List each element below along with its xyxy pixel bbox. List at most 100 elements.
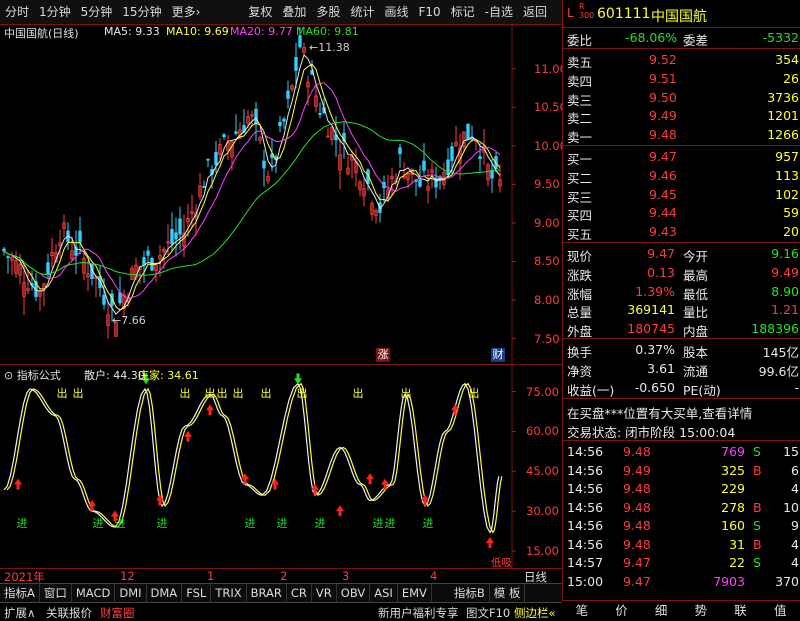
tick-direction: B: [753, 536, 762, 552]
indicator-tab-emv[interactable]: EMV: [398, 584, 432, 602]
stat-value: 9.49: [771, 264, 799, 280]
weibi-value: -68.06%: [625, 30, 678, 45]
indicator-title[interactable]: ⊙ 指标公式: [4, 367, 61, 383]
tick-direction: B: [753, 499, 762, 515]
indicator-panel[interactable]: 出出出出出出出出出出出进进进进进进进进进进 ⊙ 指标公式 散户: 44.30 庄…: [0, 364, 562, 569]
quote-tab-button[interactable]: 联: [721, 601, 761, 621]
tick-count: 15: [783, 444, 799, 459]
order-book-row: 卖四 9.51 26: [563, 70, 800, 89]
tick-direction: S: [753, 444, 761, 459]
big-order-notice[interactable]: 在买盘***位置有大买单,查看详情: [567, 403, 752, 422]
l-badge: L: [567, 6, 574, 20]
expand-button[interactable]: 扩展∧: [4, 605, 35, 621]
indicator-tab-vr[interactable]: VR: [312, 584, 337, 602]
up-arrow-icon: [486, 537, 494, 549]
f10-button[interactable]: 图文F10: [466, 605, 510, 621]
r-badge: R 300: [579, 2, 595, 20]
quote-tab-button[interactable]: 值: [760, 601, 800, 621]
tick-count: 10: [783, 499, 799, 515]
order-volume: 354: [775, 52, 799, 67]
quote-tab-button[interactable]: 势: [681, 601, 721, 621]
candle-body: [78, 230, 82, 243]
finance-badge[interactable]: 财: [491, 348, 505, 362]
indicator-name: 指标公式: [16, 369, 61, 382]
indicator-tab-asi[interactable]: ASI: [370, 584, 398, 602]
notice-row[interactable]: 在买盘***位置有大买单,查看详情: [563, 402, 800, 422]
weicha-label: 委差: [683, 33, 709, 48]
quote-bottom-tabs: 笔价细势联值: [562, 600, 800, 621]
tick-time: 15:00: [567, 573, 604, 589]
tick-volume: 7903: [713, 573, 745, 589]
sell-signal-label: 出: [205, 386, 216, 400]
indicator-svg[interactable]: 出出出出出出出出出出出进进进进进进进进进进: [0, 365, 562, 569]
toolbar-draw-line-button[interactable]: 画线: [379, 0, 413, 24]
candle-body: [234, 131, 238, 134]
fundamental-row: 收益(一) -0.650 PE(动) -: [563, 379, 800, 398]
sell-signal-label: 出: [401, 386, 412, 400]
candle-body: [422, 160, 426, 171]
toolbar-more-button[interactable]: 更多›: [167, 0, 206, 24]
indicator-tab-trix[interactable]: TRIX: [211, 584, 247, 602]
indicator-tab-dmi[interactable]: DMI: [115, 584, 147, 602]
dealer-value: 庄家: 34.61: [138, 369, 199, 382]
order-volume: 3736: [767, 89, 799, 105]
chevron-down-icon[interactable]: ⊙: [4, 369, 13, 382]
indicator-tab-fsl[interactable]: FSL: [182, 584, 212, 602]
candle-body: [398, 147, 402, 155]
toolbar-15min-button[interactable]: 15分钟: [117, 0, 166, 24]
up-arrow-icon: [14, 478, 22, 490]
order-book-row: 卖五 9.52 354: [563, 51, 800, 70]
fundamental-row: 换手 0.37% 股本 145亿: [563, 341, 800, 360]
toolbar-5min-button[interactable]: 5分钟: [76, 0, 118, 24]
related-quote-button[interactable]: 关联报价: [46, 605, 92, 621]
indicator-tab-macd[interactable]: MACD: [72, 584, 116, 602]
toolbar-f10-button[interactable]: F10: [413, 0, 445, 24]
toolbar-statistics-button[interactable]: 统计: [345, 0, 379, 24]
toolbar-back-button[interactable]: 返回: [518, 0, 552, 24]
candle-body: [102, 294, 106, 305]
toolbar-adjust-button[interactable]: 复权: [243, 0, 277, 24]
quote-stat-row: 涨跌 0.13 最高 9.49: [563, 264, 800, 283]
indicator-tab-指标b[interactable]: 指标B: [450, 584, 490, 602]
up-arrow-icon: [366, 473, 374, 485]
promo-link[interactable]: 新用户福利专享: [378, 605, 459, 621]
toolbar-intraday-button[interactable]: 分时: [0, 0, 34, 24]
order-volume: 1266: [767, 127, 799, 143]
tick-row: 14:56 9.48 229 4: [563, 480, 800, 498]
toolbar-watchlist-button[interactable]: -自选: [480, 0, 518, 24]
ma10-line: [3, 63, 501, 311]
candle-body: [222, 134, 226, 138]
indicator-tab-brar[interactable]: BRAR: [247, 584, 287, 602]
trade-status-row: 交易状态: 闭市阶段 15:00:04: [563, 421, 800, 440]
tick-price: 9.48: [623, 518, 651, 533]
order-level-label: 买一: [567, 152, 593, 167]
toolbar-1min-button[interactable]: 1分钟: [34, 0, 76, 24]
indicator-tab-obv[interactable]: OBV: [337, 584, 371, 602]
indicator-tab-cr[interactable]: CR: [287, 584, 312, 602]
tick-volume: 769: [721, 444, 745, 459]
wealth-circle-button[interactable]: 财富圈: [100, 605, 135, 621]
indicator-tab-窗口[interactable]: 窗口: [40, 584, 72, 602]
indicator-tab-dma[interactable]: DMA: [147, 584, 183, 602]
tick-row: 14:56 9.49 325 B 6: [563, 462, 800, 480]
order-price: 9.51: [649, 70, 677, 86]
kline-chart[interactable]: 中国国航(日线) MA5: 9.33 MA10: 9.69 MA20: 9.77…: [0, 24, 567, 364]
toolbar-multi-stock-button[interactable]: 多股: [311, 0, 345, 24]
order-price: 9.47: [649, 149, 677, 164]
candle-body: [478, 156, 482, 159]
tick-count: 4: [791, 536, 799, 552]
limit-up-badge[interactable]: 涨: [376, 348, 390, 362]
tick-direction: S: [753, 518, 761, 533]
quote-tab-button[interactable]: 细: [641, 601, 681, 621]
stat-value: 9.47: [647, 246, 675, 261]
kline-svg[interactable]: [0, 24, 562, 364]
quote-tab-button[interactable]: 笔: [562, 601, 602, 621]
indicator-tab-指标a[interactable]: 指标A: [0, 584, 40, 602]
toolbar-mark-button[interactable]: 标记: [446, 0, 480, 24]
sidebar-button[interactable]: 侧边栏«: [514, 605, 556, 621]
toolbar-overlay-button[interactable]: 叠加: [277, 0, 311, 24]
candle-body: [170, 228, 174, 245]
candle-body: [142, 257, 146, 266]
indicator-tab-模板[interactable]: 模 板: [490, 584, 526, 602]
quote-tab-button[interactable]: 价: [602, 601, 642, 621]
